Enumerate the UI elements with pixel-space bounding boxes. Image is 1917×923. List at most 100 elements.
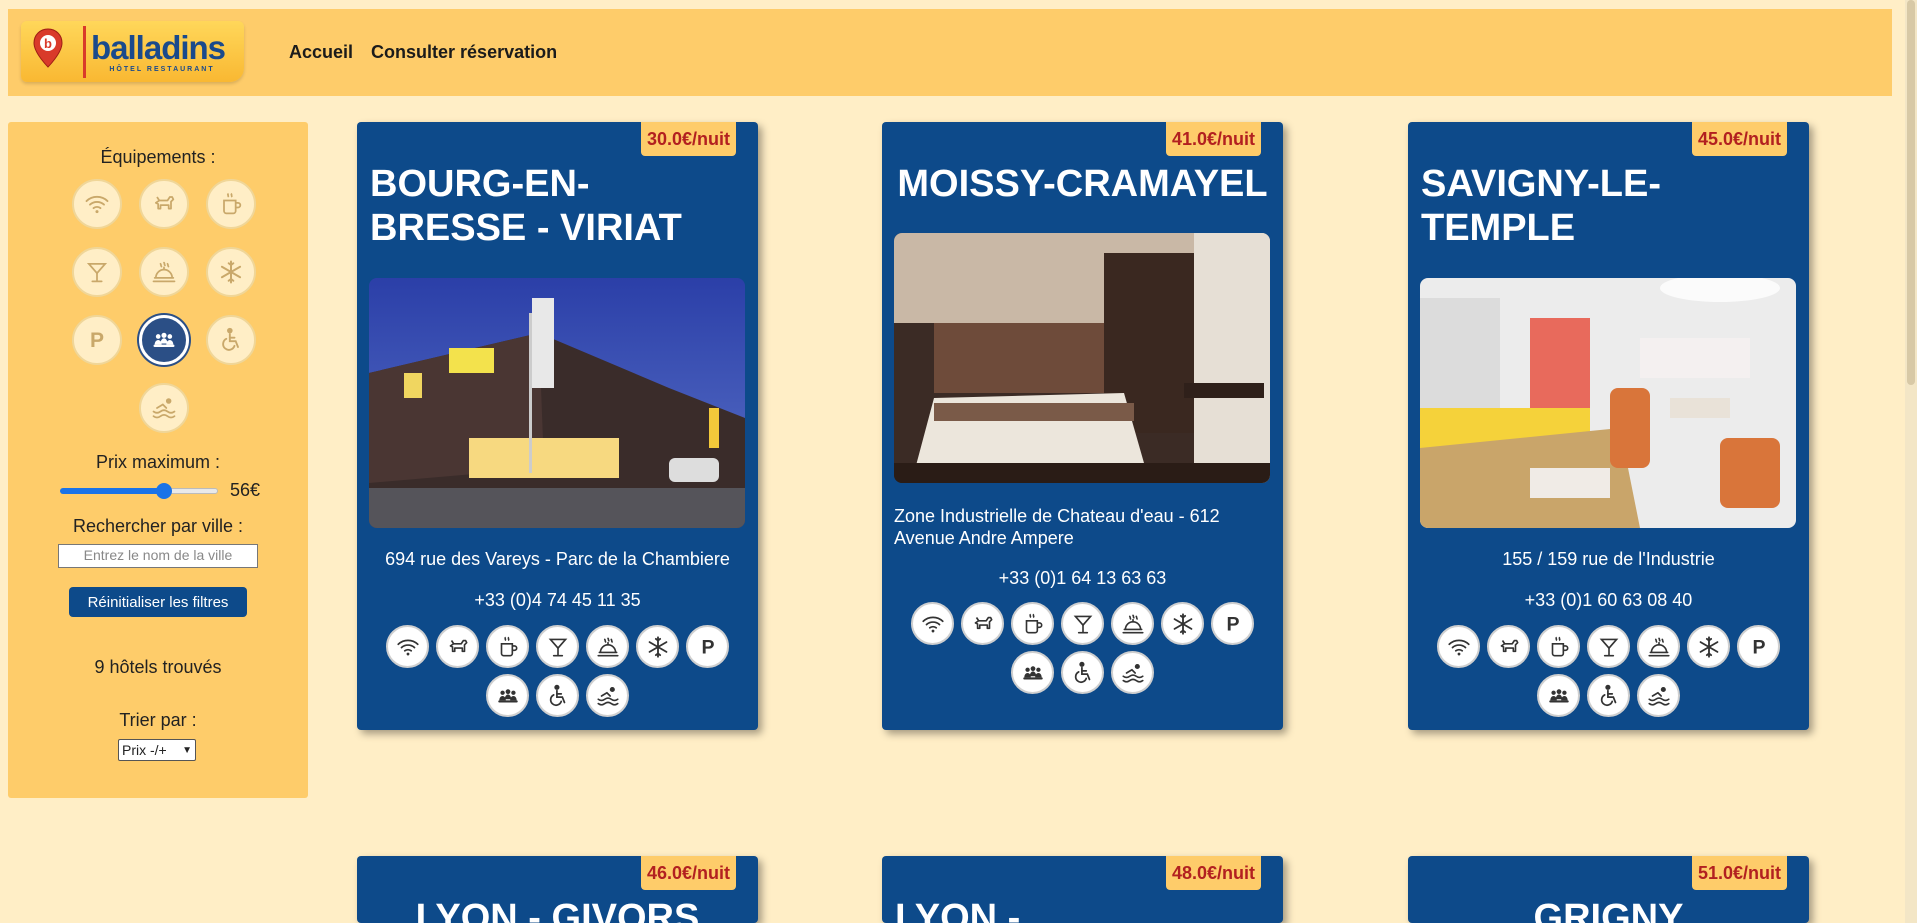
price-badge: 48.0€/nuit	[1165, 856, 1261, 890]
pet-icon	[1487, 625, 1530, 668]
coffee-icon[interactable]	[206, 179, 256, 229]
svg-text:b: b	[44, 36, 52, 51]
scrollbar-thumb[interactable]	[1907, 0, 1915, 385]
coffee-icon	[1537, 625, 1580, 668]
wifi-icon	[911, 602, 954, 645]
location-pin-icon: b	[33, 28, 63, 68]
page-scrollbar[interactable]	[1905, 0, 1917, 923]
bar-icon	[536, 625, 579, 668]
main-nav: Accueil Consulter réservation	[289, 42, 557, 63]
price-max-value: 56€	[230, 480, 261, 500]
pool-icon	[586, 674, 629, 717]
logo-wordmark: balladins	[91, 29, 226, 66]
hotel-phone: +33 (0)4 74 45 11 35	[474, 590, 641, 610]
price-badge: 30.0€/nuit	[640, 122, 736, 156]
hotel-card[interactable]: 48.0€/nuit LYON -	[882, 856, 1283, 923]
hotel-phone: +33 (0)1 64 13 63 63	[998, 568, 1167, 588]
logo-divider	[83, 26, 86, 78]
amenities-row	[882, 602, 1283, 645]
restaurant-icon	[1637, 625, 1680, 668]
price-max-title: Prix maximum :	[95, 452, 220, 472]
hotels-found-count: 9 hôtels trouvés	[94, 657, 222, 677]
sort-title: Trier par :	[119, 710, 197, 730]
top-header: b balladins HÔTEL RESTAURANT Accueil Con…	[8, 9, 1892, 96]
amenities-row	[357, 625, 758, 668]
coffee-icon	[1011, 602, 1054, 645]
reset-filters-button[interactable]: Réinitialiser les filtres	[69, 587, 247, 617]
hotel-name: SAVIGNY-LE-TEMPLE	[1421, 163, 1661, 249]
amenities-row	[1408, 674, 1809, 717]
hotel-card[interactable]: 41.0€/nuit MOISSY-CRAMAYEL Zone Industri…	[882, 122, 1283, 730]
air-conditioning-icon	[1161, 602, 1204, 645]
slider-thumb[interactable]	[156, 483, 172, 499]
hotel-name: BOURG-EN-BRESSE - VIRIAT	[370, 163, 682, 249]
slider-fill	[60, 488, 164, 494]
pool-icon	[1637, 674, 1680, 717]
parking-icon[interactable]	[72, 315, 122, 365]
accessible-icon	[1587, 674, 1630, 717]
sort-selected-value: Prix -/+	[122, 742, 167, 758]
air-conditioning-icon[interactable]	[206, 247, 256, 297]
pool-icon[interactable]	[139, 383, 189, 433]
meeting-room-icon	[486, 674, 529, 717]
hotel-card[interactable]: 45.0€/nuit SAVIGNY-LE-TEMPLE 155 / 159 r…	[1408, 122, 1809, 730]
wifi-icon	[386, 625, 429, 668]
hotel-name: MOISSY-CRAMAYEL	[897, 163, 1268, 205]
bar-icon	[1587, 625, 1630, 668]
accessible-icon[interactable]	[206, 315, 256, 365]
filters-sidebar: Équipements : Prix maximum : 56€ Recherc…	[8, 122, 308, 798]
meeting-room-icon[interactable]	[139, 315, 189, 365]
coffee-icon	[486, 625, 529, 668]
amenities-row	[882, 651, 1283, 694]
pool-icon	[1111, 651, 1154, 694]
pet-icon[interactable]	[139, 179, 189, 229]
wifi-icon[interactable]	[72, 179, 122, 229]
price-badge: 45.0€/nuit	[1691, 122, 1787, 156]
pet-icon	[436, 625, 479, 668]
hotel-address: 694 rue des Vareys - Parc de la Chambier…	[385, 549, 730, 569]
hotel-photo	[894, 233, 1270, 483]
restaurant-icon	[1111, 602, 1154, 645]
bar-icon	[1061, 602, 1104, 645]
sort-select[interactable]: Prix -/+ ▼	[118, 739, 196, 761]
hotel-name: LYON - GIVORS	[415, 897, 700, 923]
city-search-input[interactable]: Entrez le nom de la ville	[58, 544, 258, 568]
parking-icon	[686, 625, 729, 668]
air-conditioning-icon	[636, 625, 679, 668]
hotel-phone: +33 (0)1 60 63 08 40	[1524, 590, 1693, 610]
price-badge: 41.0€/nuit	[1165, 122, 1261, 156]
price-badge: 46.0€/nuit	[640, 856, 736, 890]
accessible-icon	[1061, 651, 1104, 694]
air-conditioning-icon	[1687, 625, 1730, 668]
accessible-icon	[536, 674, 579, 717]
chevron-down-icon: ▼	[182, 744, 192, 756]
price-badge: 51.0€/nuit	[1691, 856, 1787, 890]
meeting-room-icon	[1011, 651, 1054, 694]
pet-icon	[961, 602, 1004, 645]
hotel-name: GRIGNY	[1533, 897, 1684, 923]
hotel-card[interactable]: 46.0€/nuit LYON - GIVORS	[357, 856, 758, 923]
hotel-photo	[369, 278, 745, 528]
hotel-address: 155 / 159 rue de l'Industrie	[1502, 549, 1715, 569]
amenities-row	[1408, 625, 1809, 668]
hotel-card[interactable]: 51.0€/nuit GRIGNY	[1408, 856, 1809, 923]
parking-icon	[1737, 625, 1780, 668]
city-search-title: Rechercher par ville :	[72, 516, 244, 536]
balladins-logo[interactable]: b balladins HÔTEL RESTAURANT	[21, 21, 244, 82]
restaurant-icon	[586, 625, 629, 668]
hotel-name: LYON -	[895, 897, 1021, 923]
nav-accueil[interactable]: Accueil	[289, 42, 353, 63]
meeting-room-icon	[1537, 674, 1580, 717]
price-slider[interactable]: 56€	[58, 478, 278, 502]
hotel-card[interactable]: 30.0€/nuit BOURG-EN-BRESSE - VIRIAT 694 …	[357, 122, 758, 730]
hotel-address: Zone Industrielle de Chateau d'eau - 612…	[894, 506, 1220, 548]
logo-subtitle: HÔTEL RESTAURANT	[109, 66, 215, 73]
wifi-icon	[1437, 625, 1480, 668]
parking-icon	[1211, 602, 1254, 645]
restaurant-icon[interactable]	[139, 247, 189, 297]
hotel-photo	[1420, 278, 1796, 528]
amenities-row	[357, 674, 758, 717]
bar-icon[interactable]	[72, 247, 122, 297]
nav-consulter-reservation[interactable]: Consulter réservation	[371, 42, 557, 63]
equipments-title: Équipements :	[100, 147, 216, 167]
